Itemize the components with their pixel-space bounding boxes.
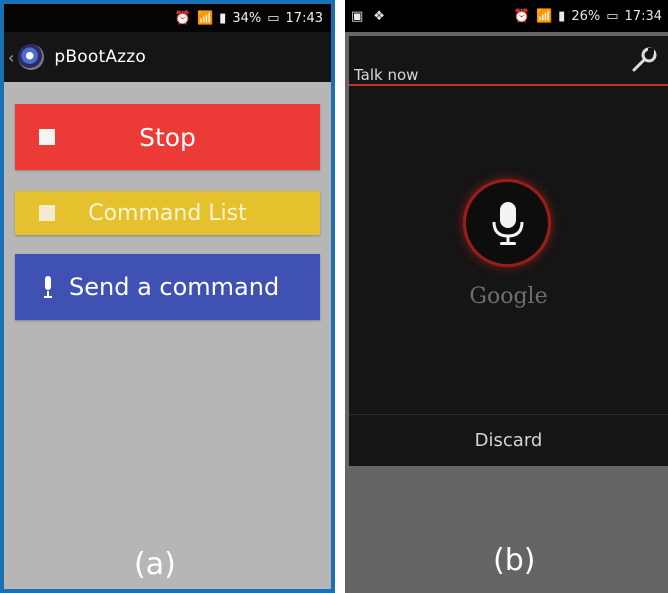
- google-logo: Google: [469, 284, 548, 309]
- panel-caption-a: (a): [134, 547, 176, 582]
- battery-percent: 26%: [571, 8, 601, 24]
- list-icon: [39, 205, 55, 221]
- app-logo-icon: [18, 44, 45, 70]
- command-list-button[interactable]: Command List: [15, 191, 320, 235]
- battery-icon: ▭: [606, 8, 619, 24]
- alarm-icon: ⏰: [174, 10, 191, 26]
- screenshot-panel-a: ⏰ 📶 ▮ 34% ▭ 17:43 ‹ pBootAzzo Stop Comma…: [0, 0, 335, 593]
- action-bar[interactable]: ‹ pBootAzzo: [4, 32, 331, 82]
- wifi-icon: 📶: [535, 8, 553, 24]
- wrench-icon[interactable]: [630, 46, 658, 74]
- signal-icon: ▮: [219, 10, 227, 26]
- clock: 17:34: [624, 8, 662, 24]
- back-icon[interactable]: ‹: [8, 48, 14, 67]
- prompt-underline: [349, 84, 668, 86]
- signal-icon: ▮: [558, 8, 566, 24]
- microphone-icon: [492, 202, 524, 245]
- phone-screen-a: ⏰ 📶 ▮ 34% ▭ 17:43 ‹ pBootAzzo Stop Comma…: [4, 4, 331, 589]
- stop-button[interactable]: Stop: [15, 104, 320, 170]
- talk-now-prompt: Talk now: [354, 66, 419, 84]
- alarm-icon: ⏰: [513, 8, 530, 24]
- status-bar: ⏰ 📶 ▮ 34% ▭ 17:43: [4, 4, 331, 32]
- status-bar: ▣ ❖ ⏰ 📶 ▮ 26% ▭ 17:34: [345, 0, 668, 32]
- send-command-button[interactable]: Send a command: [15, 254, 320, 320]
- battery-percent: 34%: [232, 10, 262, 26]
- command-list-label: Command List: [88, 200, 247, 226]
- discard-button[interactable]: Discard: [349, 415, 668, 466]
- microphone-icon: [44, 276, 52, 298]
- microphone-button[interactable]: [463, 179, 551, 267]
- battery-icon: ▭: [267, 10, 280, 26]
- stop-label: Stop: [139, 122, 196, 152]
- screenshot-panel-b: ▣ ❖ ⏰ 📶 ▮ 26% ▭ 17:34 Talk now Google Di…: [345, 0, 668, 593]
- stop-icon: [39, 129, 55, 145]
- picture-icon: ▣: [351, 8, 364, 24]
- wifi-icon: 📶: [196, 10, 214, 26]
- clock: 17:43: [285, 10, 323, 26]
- dropbox-icon: ❖: [373, 8, 385, 24]
- voice-dialog: Talk now Google Discard: [349, 36, 668, 466]
- app-title: pBootAzzo: [54, 47, 147, 67]
- panel-caption-b: (b): [493, 543, 536, 578]
- send-command-label: Send a command: [69, 273, 280, 301]
